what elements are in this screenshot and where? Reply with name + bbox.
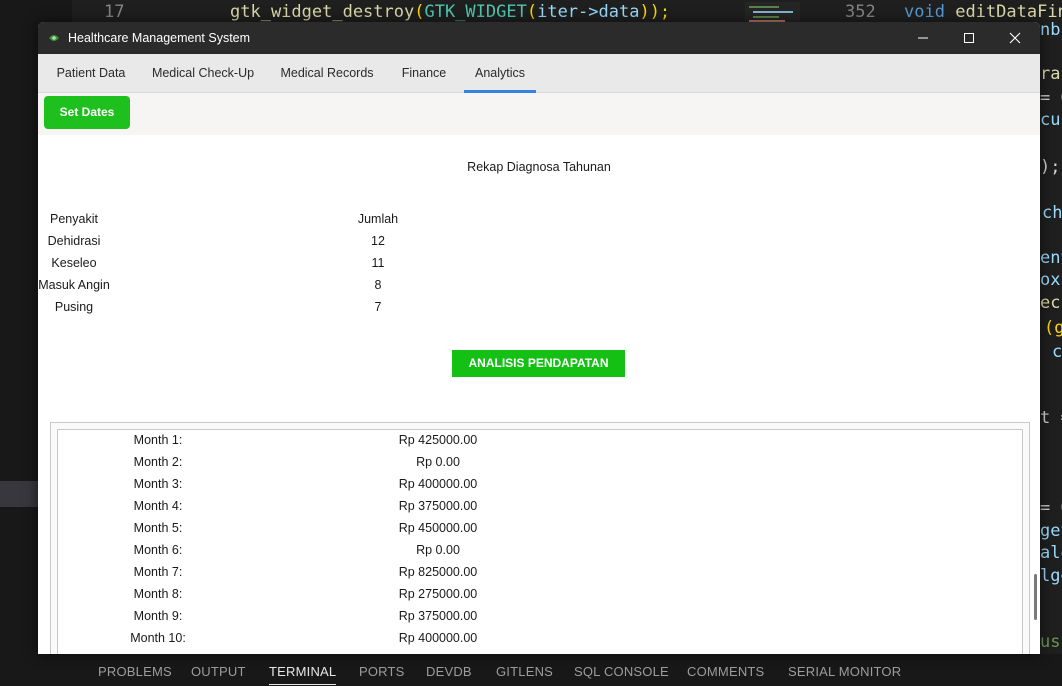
maximize-button[interactable] <box>946 22 992 54</box>
close-button[interactable] <box>992 22 1038 54</box>
minimize-icon <box>918 37 928 39</box>
month-label: Month 4: <box>133 499 183 513</box>
income-scroll-frame[interactable]: Month 1: Rp 425000.00 Month 2: Rp 0.00 M… <box>50 422 1030 654</box>
editor-code-line-right: void editDataFina <box>904 2 1062 22</box>
editor-code-line: gtk_widget_destroy(GTK_WIDGET(iter->data… <box>230 2 671 22</box>
code-fragment: rap <box>1040 64 1062 84</box>
rekap-diagnosa-title: Rekap Diagnosa Tahunan <box>467 160 611 174</box>
code-fragment: ch <box>1042 203 1062 223</box>
diagnosis-name: Masuk Angin <box>38 278 110 292</box>
month-value: Rp 0.00 <box>416 455 460 469</box>
month-value: Rp 0.00 <box>416 543 460 557</box>
window-titlebar[interactable]: Healthcare Management System <box>38 22 1040 54</box>
panel-tab-terminal[interactable]: TERMINAL <box>269 664 337 685</box>
month-value: Rp 375000.00 <box>398 499 478 513</box>
editor-line-number-right: 352 <box>845 2 876 22</box>
month-label: Month 3: <box>133 477 183 491</box>
code-fragment: (g <box>1044 318 1062 338</box>
month-value: Rp 425000.00 <box>398 433 478 447</box>
month-value: Rp 275000.00 <box>398 587 478 601</box>
month-value: Rp 400000.00 <box>398 477 478 491</box>
income-list-scrollbar[interactable] <box>1034 574 1037 620</box>
code-fragment: nbP <box>1040 20 1062 40</box>
app-logo-icon <box>49 35 59 41</box>
month-label: Month 7: <box>133 565 183 579</box>
diagnosis-count: 7 <box>374 300 382 314</box>
panel-tab-sql-console[interactable]: SQL CONSOLE <box>574 664 669 679</box>
diagnosis-header-jumlah: Jumlah <box>357 212 399 226</box>
tab-finance[interactable]: Finance <box>394 54 454 92</box>
income-list[interactable]: Month 1: Rp 425000.00 Month 2: Rp 0.00 M… <box>57 429 1023 654</box>
analisis-pendapatan-button[interactable]: ANALISIS PENDAPATAN <box>452 350 625 377</box>
minimize-button[interactable] <box>900 22 946 54</box>
code-fragment: get <box>1040 521 1062 541</box>
panel-tab-comments[interactable]: COMMENTS <box>687 664 764 679</box>
month-value: Rp 450000.00 <box>398 521 478 535</box>
editor-minimap <box>745 2 800 24</box>
diagnosis-count: 11 <box>371 256 385 270</box>
diagnosis-count: 12 <box>371 234 385 248</box>
month-label: Month 6: <box>133 543 183 557</box>
month-label: Month 2: <box>133 455 183 469</box>
month-label: Month 8: <box>133 587 183 601</box>
explorer-selected-row <box>0 481 38 507</box>
code-fragment: lge <box>1040 566 1062 586</box>
month-value: Rp 825000.00 <box>398 565 478 579</box>
set-dates-button[interactable]: Set Dates <box>44 96 130 129</box>
month-value: Rp 375000.00 <box>398 609 478 623</box>
code-fragment: ); <box>1040 157 1061 177</box>
month-label: Month 5: <box>133 521 183 535</box>
tab-patient-data[interactable]: Patient Data <box>48 54 134 92</box>
maximize-icon <box>964 33 974 43</box>
editor-line-number: 17 <box>104 2 125 22</box>
app-window: Healthcare Management System Patient Dat… <box>38 22 1040 654</box>
code-fragment: us <box>1040 632 1061 652</box>
code-fragment: t = <box>1040 408 1062 428</box>
diagnosis-header-penyakit: Penyakit <box>50 212 98 226</box>
close-icon <box>1009 32 1021 44</box>
code-fragment: c <box>1052 342 1062 362</box>
diagnosis-name: Pusing <box>54 300 94 314</box>
code-fragment: = 0 <box>1040 498 1062 518</box>
tab-medical-records[interactable]: Medical Records <box>274 54 380 92</box>
code-fragment: ox <box>1040 270 1061 290</box>
panel-tab-devdb[interactable]: DEVDB <box>426 664 472 679</box>
code-fragment: eck <box>1040 293 1062 313</box>
notebook-tabbar: Patient Data Medical Check-Up Medical Re… <box>38 54 1040 93</box>
tab-medical-check-up[interactable]: Medical Check-Up <box>146 54 260 92</box>
diagnosis-name: Keseleo <box>51 256 97 270</box>
month-label: Month 9: <box>133 609 183 623</box>
month-label: Month 10: <box>130 631 186 645</box>
panel-tab-ports[interactable]: PORTS <box>359 664 405 679</box>
month-label: Month 1: <box>133 433 183 447</box>
panel-tab-problems[interactable]: PROBLEMS <box>98 664 172 679</box>
window-title: Healthcare Management System <box>68 31 251 45</box>
diagnosis-name: Dehidrasi <box>47 234 101 248</box>
bottom-panel-tabbar: PROBLEMS OUTPUT TERMINAL PORTS DEVDB GIT… <box>72 654 1062 686</box>
code-fragment: alo <box>1040 543 1062 563</box>
code-fragment: = 0 <box>1040 88 1062 108</box>
tab-analytics[interactable]: Analytics <box>464 54 536 93</box>
code-fragment: ent <box>1040 248 1062 268</box>
panel-tab-gitlens[interactable]: GITLENS <box>496 664 553 679</box>
code-fragment: cur <box>1040 110 1062 130</box>
panel-tab-serial-monitor[interactable]: SERIAL MONITOR <box>788 664 901 679</box>
panel-tab-output[interactable]: OUTPUT <box>191 664 246 679</box>
diagnosis-count: 8 <box>374 278 382 292</box>
month-value: Rp 400000.00 <box>398 631 478 645</box>
analytics-toolbar: Set Dates <box>38 93 1040 135</box>
